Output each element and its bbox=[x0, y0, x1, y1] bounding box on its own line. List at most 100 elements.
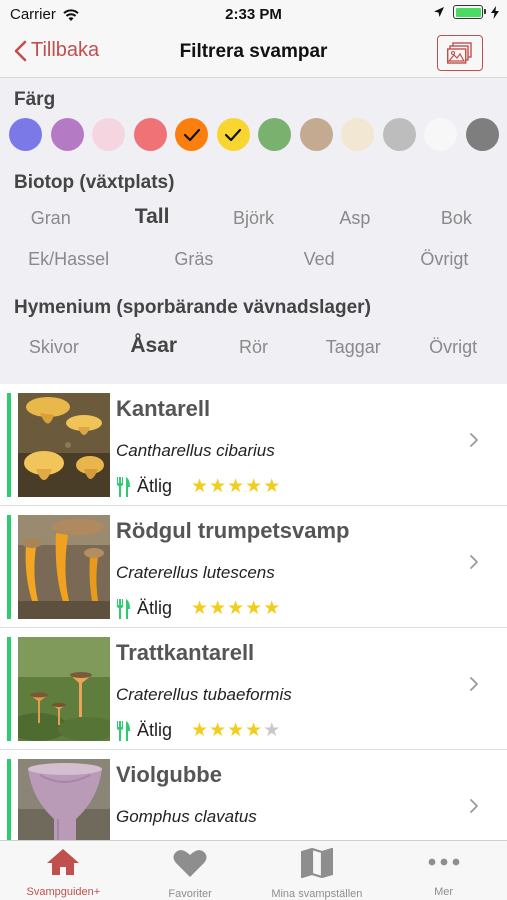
edibility-label: Ätlig bbox=[137, 598, 173, 618]
tab-label: Svampguiden+ bbox=[26, 886, 101, 898]
star-icon: ★ bbox=[245, 476, 263, 497]
biotop-section-title: Biotop (växtplats) bbox=[14, 172, 175, 193]
filter-panel: Färg Biotop (växtplats) Gran Tall Björk Asp… bbox=[0, 78, 507, 384]
star-icon: ★ bbox=[209, 476, 227, 497]
heart-icon bbox=[173, 848, 207, 883]
color-swatch[interactable] bbox=[465, 118, 499, 151]
star-icon: ★ bbox=[209, 720, 227, 741]
star-icon: ★ bbox=[263, 720, 281, 741]
hymenium-chip[interactable]: Åsar bbox=[104, 334, 204, 358]
edibility-indicator bbox=[7, 393, 11, 497]
biotop-chip[interactable]: Övrigt bbox=[382, 249, 507, 270]
color-swatch[interactable] bbox=[216, 118, 250, 151]
color-swatch[interactable] bbox=[133, 118, 167, 151]
mushroom-latin-name: Cantharellus cibarius bbox=[116, 441, 275, 460]
fork-knife-icon bbox=[117, 476, 130, 497]
mushroom-row[interactable]: Trattkantarell Craterellus tubaeformis Ätl… bbox=[0, 628, 507, 750]
hymenium-chip[interactable]: Rör bbox=[204, 337, 304, 358]
tab-label: Favoriter bbox=[168, 888, 212, 900]
battery-icon bbox=[453, 5, 486, 19]
hymenium-chip[interactable]: Skivor bbox=[4, 337, 104, 358]
biotop-row-2: Ek/Hassel Gräs Ved Övrigt bbox=[0, 249, 507, 270]
tab-more[interactable]: Mer bbox=[380, 841, 507, 900]
hymenium-chip[interactable]: Taggar bbox=[303, 337, 403, 358]
mushroom-list[interactable]: Kantarell Cantharellus cibarius Ätlig ★ ★ ★ ★ ★… bbox=[0, 384, 507, 840]
color-swatch[interactable] bbox=[299, 118, 333, 151]
color-swatch[interactable] bbox=[175, 118, 209, 151]
color-swatches bbox=[9, 118, 499, 151]
edibility-indicator bbox=[7, 637, 11, 741]
color-section-title: Färg bbox=[14, 89, 56, 110]
status-bar: Carrier 2:33 PM bbox=[0, 0, 507, 30]
home-icon bbox=[46, 848, 80, 881]
hymenium-section-title: Hymenium (sporbärande vävnadslager) bbox=[14, 297, 371, 318]
mushroom-row[interactable]: Kantarell Cantharellus cibarius Ätlig ★ ★ ★ ★ ★ bbox=[0, 384, 507, 506]
checkmark-icon bbox=[225, 128, 242, 141]
biotop-chip[interactable]: Gräs bbox=[131, 249, 256, 270]
mushroom-latin-name: Craterellus tubaeformis bbox=[116, 685, 292, 704]
biotop-chip[interactable]: Tall bbox=[101, 205, 202, 229]
star-icon: ★ bbox=[227, 598, 245, 619]
nav-bar: Tillbaka Filtrera svampar bbox=[0, 30, 507, 78]
page-title: Filtrera svampar bbox=[179, 41, 328, 62]
photo-gallery-icon bbox=[447, 42, 472, 64]
edibility: Ätlig ★ ★ ★ ★ ★ bbox=[116, 719, 280, 742]
hymenium-chip[interactable]: Övrigt bbox=[403, 337, 503, 358]
map-icon bbox=[300, 847, 333, 883]
rating-stars: ★ ★ ★ ★ ★ bbox=[191, 719, 280, 742]
star-icon: ★ bbox=[263, 598, 281, 619]
mushroom-row[interactable]: Rödgul trumpetsvamp Craterellus lutescens… bbox=[0, 506, 507, 628]
mushroom-thumbnail bbox=[18, 393, 110, 497]
star-icon: ★ bbox=[245, 598, 263, 619]
biotop-chip[interactable]: Ek/Hassel bbox=[6, 249, 131, 270]
fork-knife-icon bbox=[117, 720, 130, 741]
checkmark-icon bbox=[183, 128, 200, 141]
tab-label: Mer bbox=[434, 886, 454, 898]
edibility-label: Ätlig bbox=[137, 476, 173, 496]
biotop-chip[interactable]: Asp bbox=[304, 208, 405, 229]
status-time: 2:33 PM bbox=[225, 6, 282, 23]
edibility: Ätlig ★ ★ ★ ★ ★ bbox=[116, 597, 280, 620]
location-arrow-icon bbox=[434, 7, 444, 17]
mushroom-latin-name: Craterellus lutescens bbox=[116, 563, 275, 582]
tab-home[interactable]: Svampguiden+ bbox=[0, 841, 127, 900]
star-icon: ★ bbox=[263, 476, 281, 497]
star-icon: ★ bbox=[209, 598, 227, 619]
color-swatch[interactable] bbox=[9, 118, 42, 151]
edibility: Ätlig ★ ★ ★ ★ ★ bbox=[116, 475, 280, 498]
color-swatch[interactable] bbox=[50, 118, 84, 151]
biotop-chip[interactable]: Gran bbox=[0, 208, 101, 229]
mushroom-thumbnail bbox=[18, 759, 110, 840]
star-icon: ★ bbox=[191, 598, 209, 619]
mushroom-name: Rödgul trumpetsvamp bbox=[116, 518, 350, 543]
biotop-chip[interactable]: Bok bbox=[406, 208, 507, 229]
mushroom-name: Kantarell bbox=[116, 396, 211, 421]
mushroom-name: Violgubbe bbox=[116, 762, 222, 787]
tab-label: Mina svampställen bbox=[271, 888, 363, 900]
color-swatch[interactable] bbox=[92, 118, 126, 151]
hymenium-row: Skivor Åsar Rör Taggar Övrigt bbox=[0, 334, 507, 358]
chevron-right-icon bbox=[469, 798, 479, 819]
rating-stars: ★ ★ ★ ★ ★ bbox=[191, 597, 280, 620]
mushroom-latin-name: Gomphus clavatus bbox=[116, 807, 257, 826]
chevron-right-icon bbox=[469, 676, 479, 697]
star-icon: ★ bbox=[245, 720, 263, 741]
edibility-label: Ätlig bbox=[137, 720, 173, 740]
color-swatch[interactable] bbox=[258, 118, 292, 151]
color-swatch[interactable] bbox=[424, 118, 458, 151]
biotop-row-1: Gran Tall Björk Asp Bok bbox=[0, 205, 507, 229]
tab-map[interactable]: Mina svampställen bbox=[254, 841, 381, 900]
fork-knife-icon bbox=[117, 598, 130, 619]
color-swatch[interactable] bbox=[382, 118, 416, 151]
mushroom-row[interactable]: Violgubbe Gomphus clavatus bbox=[0, 750, 507, 840]
tab-heart[interactable]: Favoriter bbox=[127, 841, 254, 900]
gallery-view-button[interactable] bbox=[437, 35, 483, 71]
color-swatch[interactable] bbox=[341, 118, 375, 151]
biotop-chip[interactable]: Ved bbox=[257, 249, 382, 270]
biotop-chip[interactable]: Björk bbox=[203, 208, 304, 229]
tab-bar: Svampguiden+ Favoriter Mina svampställen Me… bbox=[0, 840, 507, 900]
rating-stars: ★ ★ ★ ★ ★ bbox=[191, 475, 280, 498]
edibility-indicator bbox=[7, 759, 11, 840]
chevron-right-icon bbox=[469, 432, 479, 453]
star-icon: ★ bbox=[227, 476, 245, 497]
